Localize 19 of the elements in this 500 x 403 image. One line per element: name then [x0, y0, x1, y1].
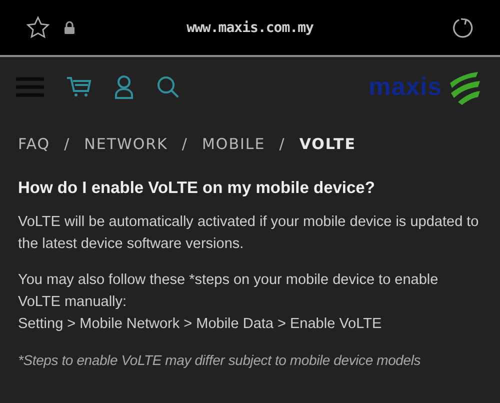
search-icon[interactable]	[156, 75, 180, 99]
answer-paragraph: VoLTE will be automatically activated if your mobile device is updated to the latest device software versions.	[18, 213, 480, 254]
breadcrumb-separator: /	[182, 135, 188, 153]
breadcrumb-link[interactable]: NETWORK	[84, 135, 168, 153]
breadcrumb-link[interactable]: VOLTE	[299, 135, 356, 153]
breadcrumb-separator: /	[279, 135, 286, 153]
question-heading: How do I enable VoLTE on my mobile device?	[18, 178, 376, 199]
url-text[interactable]: www.maxis.com.my	[86, 20, 414, 36]
footnote-text: *Steps to enable VoLTE may differ subject to mobile device models	[18, 351, 422, 370]
lock-icon	[64, 21, 75, 34]
reload-icon[interactable]	[452, 16, 474, 38]
breadcrumb-link[interactable]: FAQ	[18, 135, 50, 153]
user-icon[interactable]	[114, 75, 134, 99]
star-icon[interactable]	[26, 16, 50, 39]
cart-icon[interactable]	[66, 75, 92, 99]
breadcrumb-separator: /	[64, 135, 70, 153]
breadcrumb-link[interactable]: MOBILE	[202, 135, 266, 153]
steps-path-text: Setting > Mobile Network > Mobile Data > Enable VoLTE	[18, 315, 383, 334]
answer-paragraph: You may also follow these *steps on your mobile device to enable VoLTE manually:	[18, 271, 440, 312]
